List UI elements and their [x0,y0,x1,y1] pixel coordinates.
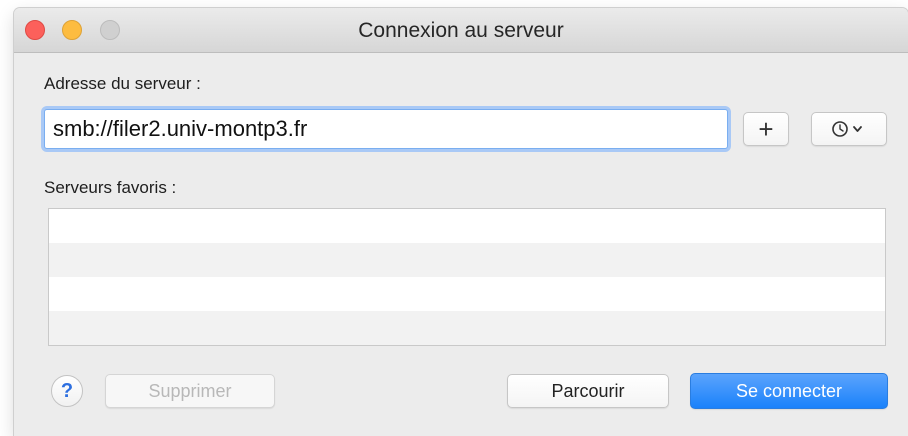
server-address-input[interactable]: smb://filer2.univ-montp3.fr [44,109,728,149]
list-item [49,277,885,311]
title-bar: Connexion au serveur [14,8,908,53]
clock-icon [832,121,862,137]
add-favorite-button[interactable]: + [743,112,789,146]
window-title: Connexion au serveur [358,19,564,42]
recent-servers-button[interactable] [811,112,887,146]
server-address-label: Adresse du serveur : [44,74,201,93]
delete-button: Supprimer [105,374,275,408]
list-item [49,311,885,345]
list-item [49,209,885,243]
browse-button[interactable]: Parcourir [507,374,669,408]
list-item [49,243,885,277]
favorite-servers-list[interactable] [48,208,886,346]
favorite-servers-label: Serveurs favoris : [44,178,177,197]
connect-to-server-window: Connexion au serveur Adresse du serveur … [14,8,908,436]
connect-button[interactable]: Se connecter [690,373,888,409]
plus-icon: + [758,114,774,144]
help-button[interactable]: ? [51,375,83,407]
question-icon: ? [60,379,74,402]
chevron-down-icon [853,126,862,132]
